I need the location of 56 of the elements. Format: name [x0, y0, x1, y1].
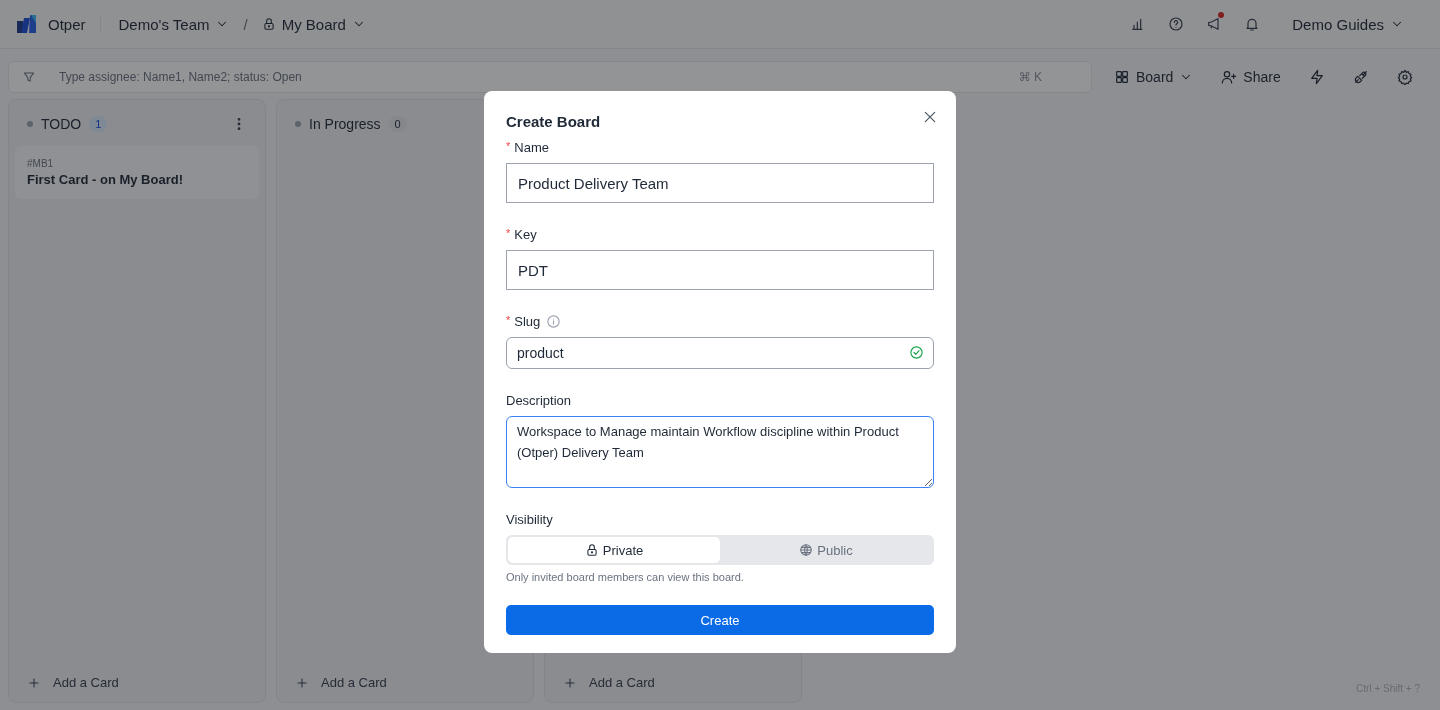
text-field[interactable]: Product Delivery Team	[506, 163, 934, 203]
lock-icon	[261, 17, 276, 31]
check-circle-icon	[909, 345, 924, 360]
settings-icon	[1396, 69, 1413, 85]
plus-icon	[563, 675, 577, 690]
globe-icon	[799, 543, 814, 557]
info-icon	[546, 314, 562, 329]
user-plus-icon	[1221, 69, 1238, 85]
field-label: Slug	[514, 314, 541, 329]
share-button[interactable]: Share	[1215, 65, 1287, 89]
plus-icon	[295, 675, 309, 690]
team-selector[interactable]: Demo's Team	[118, 15, 230, 33]
count-badge: 0	[388, 116, 407, 132]
field-label: Description	[506, 393, 572, 408]
user-menu[interactable]: Demo Guides	[1292, 15, 1404, 33]
column-title: TODO	[41, 116, 82, 132]
card-key: #MB1	[27, 158, 247, 169]
breadcrumb-separator: /	[243, 15, 248, 33]
add-card-button[interactable]: Add a Card	[551, 671, 795, 694]
required-mark: *	[506, 140, 511, 152]
slug-field[interactable]: product	[506, 337, 934, 369]
visibility-option[interactable]: Public	[720, 537, 932, 563]
required-mark: *	[506, 314, 511, 326]
task-card[interactable]: #MB1 First Card - on My Board!	[15, 146, 259, 199]
close-icon	[922, 109, 938, 125]
field-label: Visibility	[506, 512, 553, 527]
view-selector[interactable]: Board	[1108, 65, 1200, 89]
visibility-option[interactable]: Private	[508, 537, 720, 563]
app-name: Otper	[48, 15, 101, 33]
dialog-title: Create Board	[506, 113, 601, 130]
bell-icon	[1244, 16, 1261, 32]
filter-icon	[22, 70, 36, 84]
field-label: Name	[514, 140, 549, 155]
close-button[interactable]	[922, 109, 938, 125]
grid-icon	[1114, 69, 1130, 85]
plug-icon	[1352, 69, 1369, 85]
helper-text: Only invited board members can view this board.	[506, 571, 745, 583]
add-card-button[interactable]: Add a Card	[15, 671, 259, 694]
status-dot	[27, 121, 33, 127]
add-card-button[interactable]: Add a Card	[283, 671, 527, 694]
create-button[interactable]: Create	[506, 605, 934, 635]
card-title: First Card - on My Board!	[27, 172, 184, 187]
help-icon	[1168, 16, 1185, 32]
required-mark: *	[506, 227, 511, 239]
count-badge: 1	[89, 116, 108, 132]
status-dot	[295, 121, 301, 127]
column-title: In Progress	[309, 116, 381, 132]
lock-icon	[584, 543, 599, 557]
field-label: Key	[514, 227, 537, 242]
board-selector[interactable]: My Board	[261, 15, 366, 33]
text-field[interactable]: PDT	[506, 250, 934, 290]
plus-icon	[27, 675, 41, 690]
shortcut-hint: ⌘ K	[1018, 70, 1042, 84]
lightning-icon	[1308, 69, 1325, 85]
app-logo[interactable]	[16, 13, 38, 35]
description-field[interactable]: Workspace to Manage maintain Workflow discipline within Product (Otper) Delivery Team	[506, 416, 934, 488]
